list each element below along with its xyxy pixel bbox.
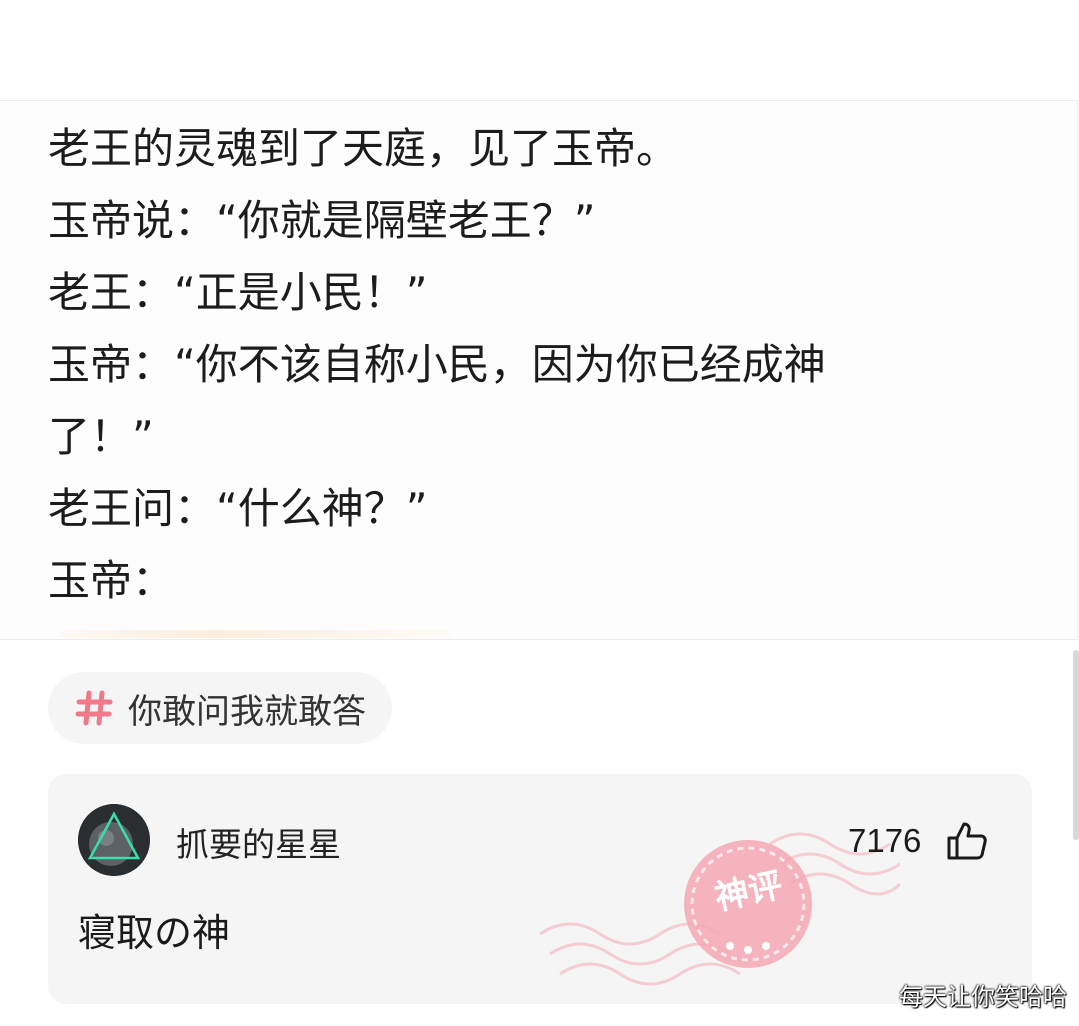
topic-label: 你敢问我就敢答: [128, 691, 366, 732]
post-line: 玉帝：“你不该自称小民，因为你已经成神: [48, 340, 826, 389]
commenter-name[interactable]: 抓要的星星: [176, 818, 341, 866]
scrollbar[interactable]: [1073, 650, 1079, 840]
post-line: 老王的灵魂到了天庭，见了玉帝。: [48, 124, 679, 173]
post-line: 老王问：“什么神？”: [48, 484, 428, 533]
comment-card: 神评 抓要的星星 7176 寝取の神: [48, 774, 1032, 1004]
post-line: 了！”: [48, 412, 154, 461]
like-count: 7176: [848, 822, 922, 859]
post-line: 玉帝：: [48, 556, 175, 605]
hash-icon: [72, 686, 116, 730]
post-line: 老王：“正是小民！”: [48, 268, 428, 317]
comment-text: 寝取の神: [78, 911, 231, 955]
post-text: 老王的灵魂到了天庭，见了玉帝。 玉帝说：“你就是隔壁老王？” 老王：“正是小民！…: [48, 113, 826, 617]
watermark: 每天让你笑哈哈: [899, 983, 1067, 1011]
image-preview-edge: [60, 630, 450, 638]
avatar-icon[interactable]: [78, 804, 150, 876]
post-line: 玉帝说：“你就是隔壁老王？”: [48, 196, 596, 245]
topic-tag[interactable]: 你敢问我就敢答: [48, 672, 392, 744]
thumbs-up-icon[interactable]: [946, 820, 988, 862]
top-strip: [0, 0, 1079, 100]
post-content: 老王的灵魂到了天庭，见了玉帝。 玉帝说：“你就是隔壁老王？” 老王：“正是小民！…: [0, 100, 1078, 640]
